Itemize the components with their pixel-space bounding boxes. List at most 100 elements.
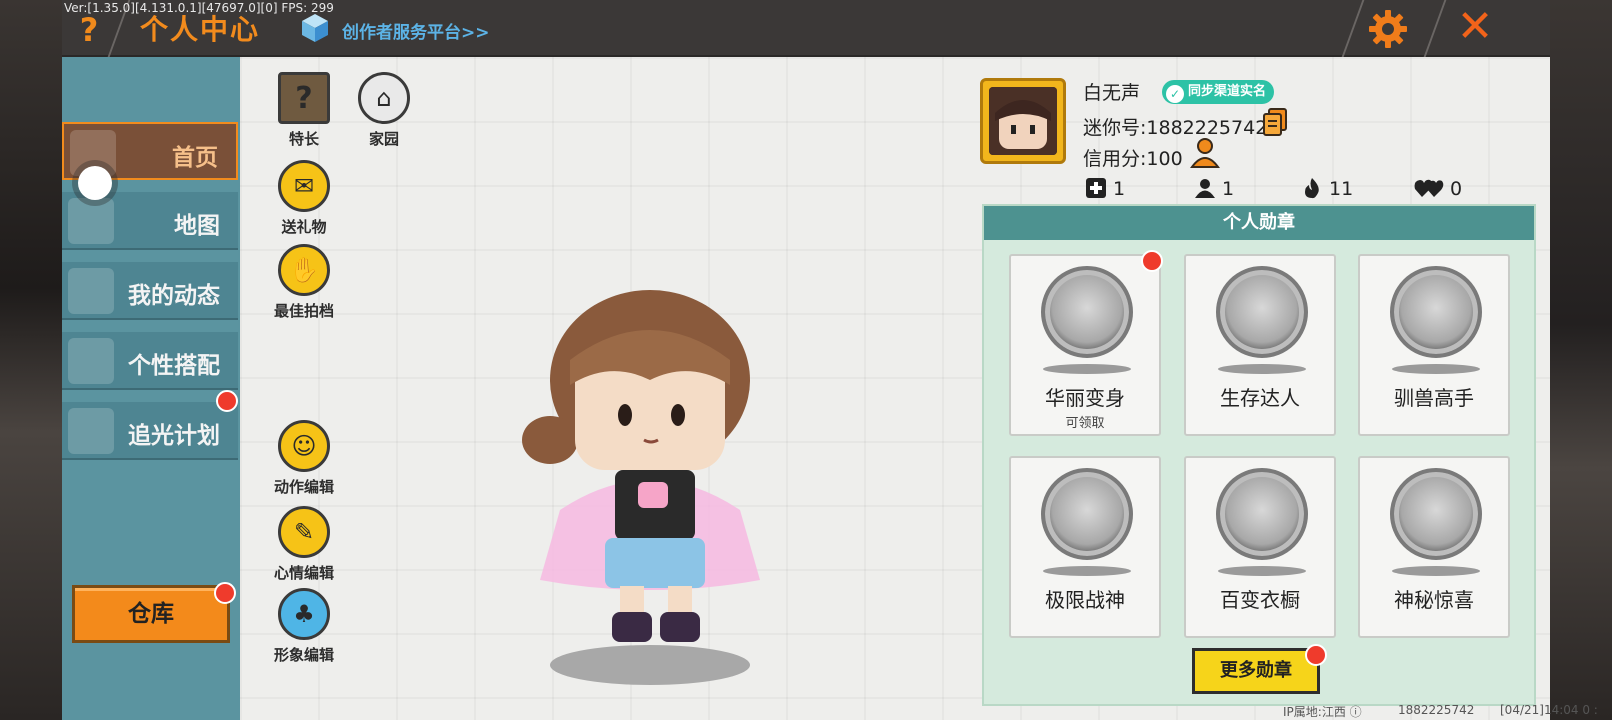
sidebar-item-activity[interactable]: 我的动态 (62, 262, 238, 320)
close-button[interactable]: ✕ (1452, 4, 1498, 50)
footer-account: 1882225742 (1398, 703, 1475, 717)
medal-name: 华丽变身 (1045, 386, 1125, 410)
medal-pedestal (1218, 566, 1306, 576)
help-button[interactable]: ? (70, 10, 108, 50)
user-check-icon: ✓ (1166, 85, 1184, 103)
ip-location-label: IP属地:江西 (1283, 705, 1346, 719)
creator-platform-link[interactable]: 创作者服务平台>> (342, 18, 490, 43)
handshake-icon: ✋ (278, 244, 330, 296)
debug-info: Ver:[1.35.0][4.131.0.1][47697.0][0] FPS:… (64, 1, 334, 15)
mini-id: 迷你号:1882225742 (1083, 117, 1268, 139)
divider (1341, 0, 1365, 57)
best-partner-button[interactable]: ✋ 最佳拍档 (264, 244, 344, 321)
likes-count: 0 (1450, 178, 1463, 200)
boss-medal-icon (1041, 468, 1133, 560)
func-label: 动作编辑 (273, 478, 334, 496)
func-label: 送礼物 (281, 218, 327, 236)
warehouse-button[interactable]: 仓库 (72, 585, 230, 643)
hearts-icon (1414, 179, 1444, 197)
sidebar-item-chase-light[interactable]: 追光计划 (62, 402, 238, 460)
medal-card-war-god[interactable]: 极限战神 (1009, 456, 1161, 638)
outfit-tab-icon (68, 338, 114, 384)
sidebar-item-map[interactable]: 地图 (62, 192, 238, 250)
game-background-right (1550, 0, 1612, 720)
specialty-button[interactable]: ? 特长 (264, 72, 344, 149)
medal-name: 驯兽高手 (1394, 386, 1474, 410)
home-icon: ⌂ (358, 72, 410, 124)
ip-location: IP属地:江西 ⓘ (1283, 703, 1362, 720)
func-label: 最佳拍档 (273, 302, 334, 320)
medal-card-tamer[interactable]: 驯兽高手 (1358, 254, 1510, 436)
realname-badge[interactable]: ✓ 同步渠道实名 (1162, 80, 1275, 104)
medal-card-wardrobe[interactable]: 百变衣橱 (1184, 456, 1336, 638)
floating-joystick[interactable] (78, 166, 112, 200)
game-background-left (0, 0, 64, 720)
sidebar-item-outfit[interactable]: 个性搭配 (62, 332, 238, 390)
avatar-image (989, 87, 1057, 155)
info-icon[interactable]: ⓘ (1350, 705, 1362, 719)
popularity-stat: 11 (1301, 177, 1353, 200)
realname-badge-label: 同步渠道实名 (1188, 84, 1267, 99)
transform-medal-icon (1041, 266, 1133, 358)
gear-icon[interactable] (1367, 8, 1409, 50)
popularity-count: 11 (1329, 178, 1354, 200)
sidebar-item-label: 首页 (172, 145, 218, 171)
sidebar-item-label: 个性搭配 (128, 353, 220, 379)
medal-name: 神秘惊喜 (1394, 588, 1474, 612)
mood-edit-button[interactable]: ✎ 心情编辑 (264, 506, 344, 583)
robot-icon: ☺ (278, 420, 330, 472)
horse-medal-icon (1390, 266, 1482, 358)
notification-badge (1305, 644, 1327, 666)
wardrobe-medal-icon (1216, 468, 1308, 560)
likes-stat: 0 (1414, 177, 1462, 200)
fire-icon (1305, 178, 1319, 199)
copy-icon[interactable] (1262, 108, 1288, 136)
divider (1423, 0, 1447, 57)
send-gift-button[interactable]: ✉ 送礼物 (264, 160, 344, 237)
medal-name: 生存达人 (1220, 386, 1300, 410)
more-medals-button[interactable]: 更多勋章 (1192, 648, 1320, 694)
player-character[interactable] (520, 290, 780, 670)
add-friend-icon (1086, 178, 1106, 198)
func-label: 形象编辑 (273, 646, 334, 664)
notification-badge (1141, 250, 1163, 272)
medal-status: 可领取 (1065, 416, 1105, 431)
medal-pedestal (1392, 566, 1480, 576)
gift-icon: ✉ (278, 160, 330, 212)
medal-card-surprise[interactable]: 神秘惊喜 (1358, 456, 1510, 638)
campfire-medal-icon (1216, 266, 1308, 358)
medal-card-survival[interactable]: 生存达人 (1184, 254, 1336, 436)
medal-name: 百变衣橱 (1220, 588, 1300, 612)
medal-panel-title: 个人勋章 (984, 206, 1534, 240)
giftbox-medal-icon (1390, 468, 1482, 560)
friends-stat: 1 (1085, 177, 1125, 200)
func-label: 特长 (288, 130, 319, 148)
notification-badge (216, 390, 238, 412)
question-box-icon: ? (278, 72, 330, 124)
map-tab-icon (68, 198, 114, 244)
appearance-edit-button[interactable]: ♣ 形象编辑 (264, 588, 344, 665)
medal-panel: 个人勋章 华丽变身 可领取 生存达人 驯兽高手 极限战神 百变衣橱 神秘惊喜 (982, 204, 1536, 706)
avatar[interactable] (980, 78, 1066, 164)
credit-user-icon[interactable] (1190, 137, 1220, 169)
medal-card-transform[interactable]: 华丽变身 可领取 (1009, 254, 1161, 436)
player-name: 白无声 (1083, 82, 1141, 104)
sidebar-item-label: 追光计划 (128, 423, 220, 449)
credit-score: 信用分:100 (1083, 148, 1183, 170)
footer-timestamp: [04/21]14:04 0 : (1500, 703, 1598, 717)
book-icon (68, 408, 114, 454)
fans-stat: 1 (1194, 177, 1234, 200)
friends-count: 1 (1113, 178, 1126, 200)
cube-icon (302, 14, 328, 42)
medal-pedestal (1043, 566, 1131, 576)
func-label: 心情编辑 (273, 564, 334, 582)
medal-pedestal (1218, 364, 1306, 374)
bell-icon (68, 268, 114, 314)
action-edit-button[interactable]: ☺ 动作编辑 (264, 420, 344, 497)
medal-pedestal (1392, 364, 1480, 374)
homeland-button[interactable]: ⌂ 家园 (344, 72, 424, 149)
notification-badge (214, 582, 236, 604)
pencil-icon: ✎ (278, 506, 330, 558)
fans-icon (1195, 179, 1215, 198)
outfit-icon: ♣ (278, 588, 330, 640)
